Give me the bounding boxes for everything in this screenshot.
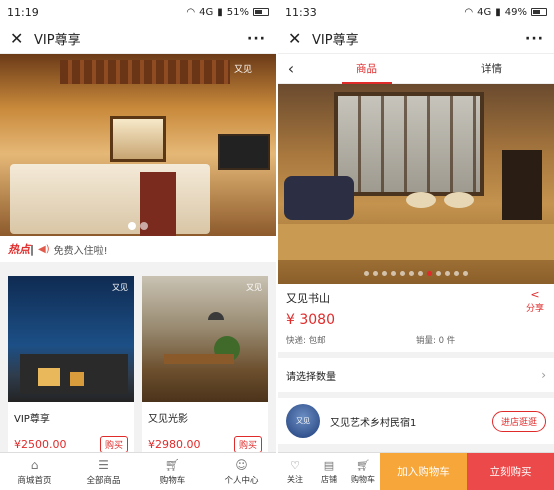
product-card[interactable]: 又见 VIP尊享 ¥2500.00 购买 — [8, 276, 134, 459]
product-logo: 又见 — [246, 283, 262, 292]
wifi-icon: ◠ — [464, 6, 474, 18]
shop-name: 又见艺术乡村民宿1 — [330, 417, 417, 429]
banner-logo: 又见 — [233, 65, 252, 75]
product-price: ¥ 3080 — [286, 312, 335, 328]
list-icon: ☰ — [98, 457, 109, 472]
share-icon: < — [530, 288, 540, 301]
add-to-cart-button[interactable]: 加入购物车 — [380, 453, 467, 490]
battery-label: 51% — [226, 6, 249, 18]
page-title: VIP尊享 — [312, 33, 359, 48]
close-icon[interactable]: ✕ — [288, 29, 306, 48]
status-time: 11:33 — [285, 5, 317, 19]
sales-info: 销量: 0 件 — [416, 336, 456, 346]
chevron-right-icon: › — [541, 368, 546, 382]
gallery-dot[interactable] — [373, 271, 378, 276]
user-icon: ☺ — [235, 457, 248, 472]
gallery-dots — [278, 271, 554, 276]
gallery-dot[interactable] — [391, 271, 396, 276]
page-title: VIP尊享 — [34, 33, 81, 48]
cart-icon: 🛒︎ — [164, 457, 181, 472]
product-name: 又见光影 — [148, 414, 188, 425]
bottom-tab-bar: ⌂ 商城首页 ☰ 全部商品 🛒︎ 购物车 ☺ 个人中心 — [0, 452, 276, 490]
gallery-dot[interactable] — [463, 271, 468, 276]
more-icon[interactable]: ··· — [247, 31, 266, 47]
network-label: 4G — [477, 6, 492, 18]
right-screen: 11:33 ◠ 4G ▮ 49% ✕ VIP尊享 ··· ‹ 商品 详情 又见书… — [278, 0, 554, 490]
gallery-dot[interactable] — [409, 271, 414, 276]
gallery-dot[interactable] — [445, 271, 450, 276]
product-info: 又见书山 < 分享 ¥ 3080 快递: 包邮 销量: 0 件 — [278, 284, 554, 358]
hot-news-bar[interactable]: 热点 | ◀) 免费入住啦! — [0, 236, 276, 268]
home-icon: ⌂ — [30, 457, 39, 472]
carousel-dots — [0, 222, 276, 230]
gallery-dot[interactable] — [427, 271, 432, 276]
product-logo: 又见 — [112, 283, 128, 292]
hot-message: 免费入住啦! — [53, 245, 108, 257]
status-bar: 11:19 ◠ 4G ▮ 51% — [0, 0, 276, 24]
more-icon[interactable]: ··· — [525, 31, 544, 47]
battery-icon — [253, 8, 269, 16]
store-button[interactable]: ▤ 店铺 — [312, 453, 346, 490]
product-name: 又见书山 — [286, 292, 330, 305]
heart-icon: ♡ — [290, 458, 300, 472]
segment-tabs: ‹ 商品 详情 — [278, 54, 554, 84]
tab-profile[interactable]: ☺ 个人中心 — [207, 453, 276, 490]
cart-button[interactable]: 🛒︎ 购物车 — [346, 453, 380, 490]
gallery-dot[interactable] — [382, 271, 387, 276]
gallery-dot[interactable] — [436, 271, 441, 276]
banner-image — [60, 60, 230, 84]
wifi-icon: ◠ — [186, 6, 196, 18]
product-image[interactable]: 又见 — [8, 276, 134, 402]
carousel-dot[interactable] — [140, 222, 148, 230]
cart-icon: 🛒︎ — [356, 458, 370, 472]
shop-avatar[interactable]: 又见 — [286, 404, 320, 438]
status-bar: 11:33 ◠ 4G ▮ 49% — [278, 0, 554, 24]
tab-cart[interactable]: 🛒︎ 购物车 — [138, 453, 207, 490]
product-price: ¥2980.00 — [148, 438, 201, 451]
product-name: VIP尊享 — [14, 414, 50, 425]
quantity-label: 请选择数量 — [286, 371, 336, 383]
product-gallery[interactable] — [278, 84, 554, 284]
product-image[interactable]: 又见 — [142, 276, 268, 402]
signal-icon: ▮ — [495, 6, 501, 18]
title-bar: ✕ VIP尊享 ··· — [278, 24, 554, 54]
store-icon: ▤ — [323, 458, 335, 472]
gallery-dot[interactable] — [364, 271, 369, 276]
network-label: 4G — [199, 6, 214, 18]
gallery-dot[interactable] — [400, 271, 405, 276]
left-screen: 11:19 ◠ 4G ▮ 51% ✕ VIP尊享 ··· 又见 热点 | ◀) … — [0, 0, 276, 490]
product-grid: 又见 VIP尊享 ¥2500.00 购买 又见 又见光影 ¥2980.00 购买 — [0, 268, 276, 459]
close-icon[interactable]: ✕ — [10, 29, 28, 48]
share-button[interactable]: < 分享 — [526, 288, 544, 314]
gallery-dot[interactable] — [454, 271, 459, 276]
banner-carousel[interactable]: 又见 — [0, 54, 276, 236]
tab-all-products[interactable]: ☰ 全部商品 — [69, 453, 138, 490]
shop-row: 又见 又见艺术乡村民宿1 进店逛逛 — [278, 398, 554, 444]
product-card[interactable]: 又见 又见光影 ¥2980.00 购买 — [142, 276, 268, 459]
tab-goods[interactable]: 商品 — [304, 54, 429, 84]
buy-now-button[interactable]: 立刻购买 — [467, 453, 554, 490]
battery-icon — [531, 8, 547, 16]
quantity-selector[interactable]: 请选择数量 › — [278, 358, 554, 398]
buy-button[interactable]: 购买 — [233, 436, 262, 453]
speaker-icon: ◀) — [38, 243, 50, 255]
shipping-info: 快递: 包邮 — [286, 336, 326, 346]
purchase-bar: ♡ 关注 ▤ 店铺 🛒︎ 购物车 加入购物车 立刻购买 — [278, 452, 554, 490]
status-time: 11:19 — [7, 5, 39, 19]
title-bar: ✕ VIP尊享 ··· — [0, 24, 276, 54]
back-icon[interactable]: ‹ — [278, 59, 304, 78]
buy-button[interactable]: 购买 — [99, 436, 128, 453]
tab-details[interactable]: 详情 — [429, 54, 554, 84]
follow-button[interactable]: ♡ 关注 — [278, 453, 312, 490]
gallery-dot[interactable] — [418, 271, 423, 276]
enter-shop-button[interactable]: 进店逛逛 — [491, 410, 546, 432]
product-price: ¥2500.00 — [14, 438, 67, 451]
battery-label: 49% — [504, 6, 527, 18]
signal-icon: ▮ — [217, 6, 223, 18]
tab-home[interactable]: ⌂ 商城首页 — [0, 453, 69, 490]
carousel-dot[interactable] — [128, 222, 136, 230]
hot-label: 热点 — [8, 243, 30, 256]
